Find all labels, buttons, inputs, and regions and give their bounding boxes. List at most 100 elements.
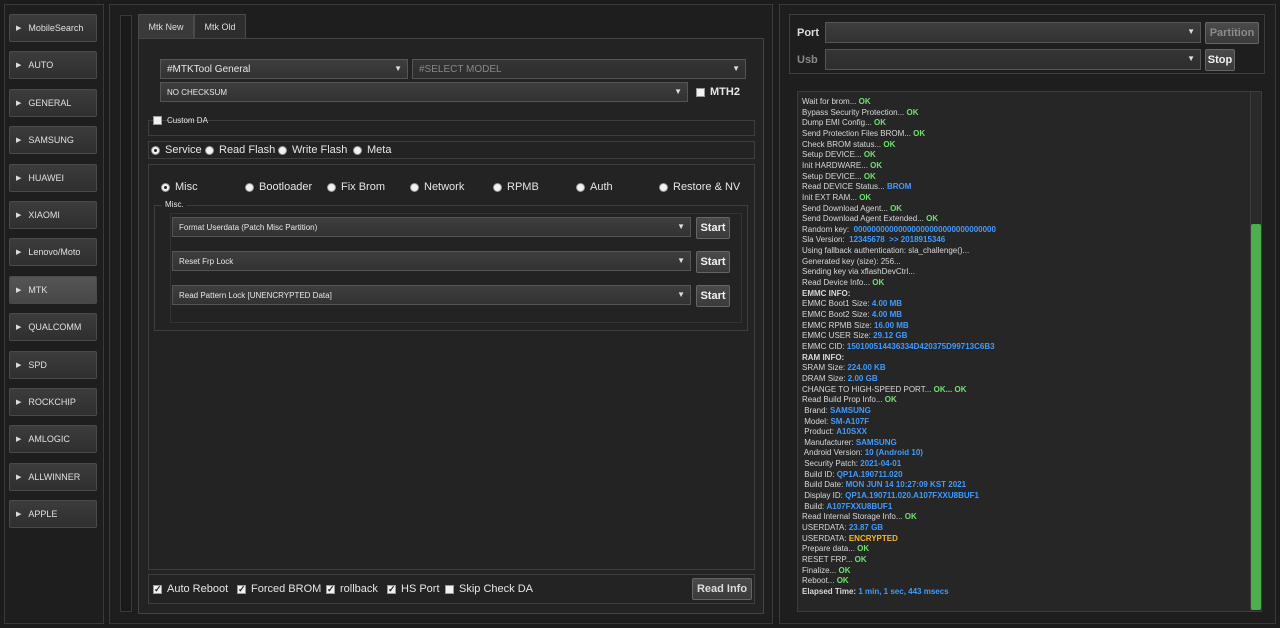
mth2-checkbox[interactable]: MTH2 <box>696 86 740 98</box>
log-status: 12345678 >> 2018915346 <box>849 235 946 245</box>
log-line: Sla Version: 12345678 >> 2018915346 <box>802 235 945 245</box>
read-pattern-select[interactable]: Read Pattern Lock [UNENCRYPTED Data] ▼ <box>172 285 691 305</box>
checksum-select[interactable]: NO CHECKSUM ▼ <box>160 82 688 102</box>
log-text: Sending key via xflashDevCtrl... <box>802 267 915 277</box>
sidebar-item-huawei[interactable]: ▶ HUAWEI <box>9 163 97 192</box>
format-userdata-select[interactable]: Format Userdata (Patch Misc Partition) ▼ <box>172 217 691 237</box>
read-pattern-start-button[interactable]: Start <box>696 285 730 307</box>
log-status: 00000000000000000000000000000000 <box>853 224 996 234</box>
log-status: 29.12 GB <box>873 331 908 341</box>
log-text: Reboot... <box>802 576 837 586</box>
log-line: Android Version: 10 (Android 10) <box>802 448 923 458</box>
mode-meta-radio[interactable]: Meta <box>353 144 391 156</box>
log-text: Bypass Security Protection... <box>802 107 907 117</box>
log-line: Read Build Prop Info... OK <box>802 395 897 405</box>
log-scrollbar-thumb[interactable] <box>1251 224 1261 610</box>
mode-read-flash-radio[interactable]: Read Flash <box>205 144 275 156</box>
checkbox-icon <box>696 87 705 97</box>
sidebar-item-allwinner[interactable]: ▶ ALLWINNER <box>9 462 97 491</box>
checkbox-icon <box>153 116 162 125</box>
reset-frp-label: Reset Frp Lock <box>179 256 234 266</box>
chevron-down-icon: ▼ <box>677 222 685 231</box>
sidebar-item-label: MTK <box>28 284 48 295</box>
sidebar-item-lenovo-moto[interactable]: ▶ Lenovo/Moto <box>9 238 97 267</box>
sidebar-item-amlogic[interactable]: ▶ AMLOGIC <box>9 425 97 454</box>
rollback-checkbox[interactable]: rollback <box>326 583 378 595</box>
sidebar-item-mtk[interactable]: ▶ MTK <box>9 275 97 304</box>
skip-check-da-checkbox[interactable]: Skip Check DA <box>445 583 533 595</box>
play-arrow-icon: ▶ <box>16 511 22 519</box>
log-line: CHANGE TO HIGH-SPEED PORT... OK... OK <box>802 385 966 395</box>
tab-mtk-old[interactable]: Mtk Old <box>194 14 246 38</box>
reset-frp-select[interactable]: Reset Frp Lock ▼ <box>172 251 691 271</box>
sidebar-item-apple[interactable]: ▶ APPLE <box>9 500 97 529</box>
log-line: Finalize... OK <box>802 566 850 576</box>
log-output[interactable]: Wait for brom... OK Bypass Security Prote… <box>797 91 1251 612</box>
log-line: Read Internal Storage Info... OK <box>802 512 917 522</box>
model-select[interactable]: #SELECT MODEL ▼ <box>412 59 746 79</box>
misc-group-title: Misc. <box>162 200 187 209</box>
usb-label: Usb <box>797 54 818 66</box>
reset-frp-start-button[interactable]: Start <box>696 251 730 273</box>
log-line: Model: SM-A107F <box>802 417 869 427</box>
sidebar-item-auto[interactable]: ▶ AUTO <box>9 51 97 80</box>
tool-select[interactable]: #MTKTool General ▼ <box>160 59 408 79</box>
forced-brom-checkbox[interactable]: Forced BROM <box>237 583 321 595</box>
log-status: OK <box>854 554 867 564</box>
sidebar-item-xiaomi[interactable]: ▶ XIAOMI <box>9 201 97 229</box>
tool-select-value: #MTKTool General <box>167 63 251 75</box>
sidebar-item-qualcomm[interactable]: ▶ QUALCOMM <box>9 313 97 342</box>
usb-select[interactable]: ▼ <box>825 49 1201 70</box>
chevron-down-icon: ▼ <box>677 256 685 265</box>
checksum-select-value: NO CHECKSUM <box>167 87 228 97</box>
stop-button[interactable]: Stop <box>1205 49 1235 71</box>
sidebar-item-spd[interactable]: ▶ SPD <box>9 350 97 379</box>
hs-port-checkbox[interactable]: HS Port <box>387 583 440 595</box>
tab-mtk-new[interactable]: Mtk New <box>138 14 194 38</box>
log-status: OK <box>874 118 887 128</box>
subtab-network-radio[interactable]: Network <box>410 181 464 193</box>
custom-da-checkbox[interactable]: Custom DA <box>153 116 208 125</box>
log-status: OK <box>872 278 885 288</box>
log-text: Send Download Agent... <box>802 203 891 213</box>
checkbox-icon <box>445 584 454 594</box>
subtab-auth-radio[interactable]: Auth <box>576 181 613 193</box>
sidebar-item-general[interactable]: ▶ GENERAL <box>9 88 97 117</box>
main-scrollbar[interactable] <box>120 15 132 612</box>
sidebar-item-label: MobileSearch <box>28 23 84 33</box>
read-info-button[interactable]: Read Info <box>692 578 752 600</box>
log-text: Manufacturer: <box>802 437 856 447</box>
subtab-fix-brom-radio[interactable]: Fix Brom <box>327 181 385 193</box>
sidebar-item-samsung[interactable]: ▶ SAMSUNG <box>9 126 97 155</box>
subtab-bootloader-label: Bootloader <box>259 181 313 193</box>
log-line: EMMC Boot1 Size: 4.00 MB <box>802 299 902 309</box>
auto-reboot-checkbox[interactable]: Auto Reboot <box>153 583 228 595</box>
log-text: EMMC CID: <box>802 341 847 351</box>
sidebar-item-label: SPD <box>28 359 47 370</box>
mth2-label: MTH2 <box>710 86 740 98</box>
log-text: Sla Version: <box>802 235 850 245</box>
subtab-bootloader-radio[interactable]: Bootloader <box>245 181 312 193</box>
mode-write-flash-radio[interactable]: Write Flash <box>278 144 347 156</box>
log-text: EMMC INFO: <box>802 288 851 298</box>
log-status: 4.00 MB <box>871 299 903 309</box>
port-select[interactable]: ▼ <box>825 22 1201 43</box>
sidebar-item-label: SAMSUNG <box>28 135 74 146</box>
log-text: SRAM Size: <box>802 363 848 373</box>
subtab-rpmb-radio[interactable]: RPMB <box>493 181 539 193</box>
radio-icon <box>161 182 170 192</box>
play-arrow-icon: ▶ <box>16 62 22 70</box>
subtab-restore-nv-radio[interactable]: Restore & NV <box>659 181 740 193</box>
sidebar-item-rockchip[interactable]: ▶ ROCKCHIP <box>9 388 97 416</box>
log-status: OK <box>858 97 871 106</box>
partition-button[interactable]: Partition <box>1205 22 1259 44</box>
format-userdata-start-button[interactable]: Start <box>696 217 730 239</box>
rollback-label: rollback <box>340 583 378 595</box>
mode-service-radio[interactable]: Service <box>151 144 202 156</box>
log-line: Elapsed Time: 1 min, 1 sec, 443 msecs <box>802 587 949 597</box>
play-arrow-icon: ▶ <box>16 324 22 332</box>
sidebar-item-mobilesearch[interactable]: ▶ MobileSearch <box>9 14 97 42</box>
play-arrow-icon: ▶ <box>16 436 22 444</box>
subtab-misc-radio[interactable]: Misc <box>161 181 198 193</box>
sidebar-item-label: ROCKCHIP <box>28 397 76 407</box>
